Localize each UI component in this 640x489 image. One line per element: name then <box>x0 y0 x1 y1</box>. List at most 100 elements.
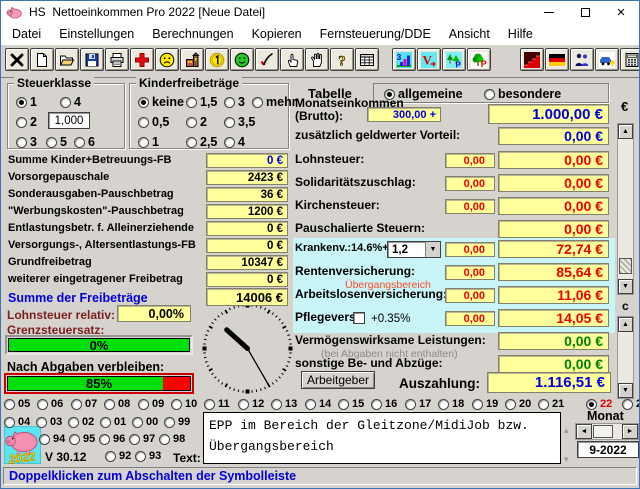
toolbar-table-button[interactable] <box>355 48 379 71</box>
right-row-small-value[interactable]: 0,00 <box>445 176 495 191</box>
toolbar-exit-button[interactable] <box>5 48 29 71</box>
note-scroll-down-icon[interactable]: ▾ <box>564 454 569 465</box>
scroll-down-icon[interactable]: ▼ <box>618 279 633 294</box>
toolbar-first-aid-button[interactable] <box>130 48 154 71</box>
monat-radio-18[interactable] <box>438 398 449 410</box>
toolbar-open-folder-button[interactable] <box>55 48 79 71</box>
toolbar-calculator-button[interactable] <box>620 48 639 71</box>
right-row-value[interactable]: 0,00 € <box>498 127 609 145</box>
monat-scrollbar-thumb[interactable] <box>593 425 613 438</box>
monat-value-input[interactable]: 9-2022 <box>577 441 639 458</box>
menu-kopieren[interactable]: Kopieren <box>243 27 311 41</box>
toolbar-german-flag-button[interactable] <box>545 48 569 71</box>
monat-radio-14[interactable] <box>305 398 316 410</box>
kinder-radio-1-5[interactable] <box>186 96 197 108</box>
toolbar-tree-parking-button[interactable]: P <box>467 48 491 71</box>
steuerklasse-radio-6[interactable] <box>74 136 85 148</box>
toolbar-chart-3-button[interactable]: 3 <box>392 48 416 71</box>
c-scrollbar[interactable]: ▲ ▼ <box>617 316 634 399</box>
minimize-button[interactable] <box>531 1 567 23</box>
right-row-small-value[interactable]: 300,00 + <box>367 107 441 122</box>
kinder-radio-0-5[interactable] <box>138 116 149 128</box>
toolbar-print-button[interactable] <box>105 48 129 71</box>
monat-radio-09[interactable] <box>138 398 149 410</box>
right-row-value[interactable]: 0,00 € <box>498 355 609 373</box>
steuerklasse-radio-5[interactable] <box>46 136 57 148</box>
right-row-value[interactable]: 0,00 € <box>498 151 609 169</box>
monat-radio-97[interactable] <box>129 433 140 445</box>
close-button[interactable]: × <box>603 1 639 23</box>
toolbar-save-button[interactable] <box>80 48 104 71</box>
right-row-value[interactable]: 0,00 € <box>498 220 609 238</box>
kinder-radio-2-5[interactable] <box>186 136 197 148</box>
right-row-value[interactable]: 0,00 € <box>498 332 609 350</box>
monat-radio-92[interactable] <box>105 450 116 462</box>
steuerklasse-radio-4[interactable] <box>60 96 71 108</box>
toolbar-sad-face-button[interactable] <box>155 48 179 71</box>
kinder-radio-2[interactable] <box>186 116 197 128</box>
toolbar-coin-1-button[interactable] <box>205 48 229 71</box>
scroll-up-icon[interactable]: ▲ <box>618 317 633 332</box>
right-row-value[interactable]: 0,00 € <box>498 197 609 215</box>
monat-radio-12[interactable] <box>238 398 249 410</box>
monat-radio-95[interactable] <box>69 433 80 445</box>
tabelle-radio-besondere[interactable] <box>484 88 495 100</box>
toolbar-help-button[interactable]: ? <box>330 48 354 71</box>
kinder-radio-3-5[interactable] <box>224 116 235 128</box>
monat-radio-19[interactable] <box>472 398 483 410</box>
right-row-small-value[interactable]: 0,00 <box>445 242 495 257</box>
kinder-radio-mehr[interactable] <box>252 96 263 108</box>
toolbar-hand-point-button[interactable] <box>280 48 304 71</box>
scrollbar-thumb[interactable] <box>619 258 632 274</box>
monat-radio-98[interactable] <box>159 433 170 445</box>
monat-radio-03[interactable] <box>36 416 47 428</box>
toolbar-church-button[interactable] <box>180 48 204 71</box>
monat-radio-07[interactable] <box>71 398 82 410</box>
monat-radio-94[interactable] <box>39 433 50 445</box>
monat-radio-15[interactable] <box>338 398 349 410</box>
monat-radio-06[interactable] <box>37 398 48 410</box>
menu-datei[interactable]: Datei <box>3 27 50 41</box>
zusatzbeitrag-dropdown[interactable]: 1,2 ▼ <box>387 241 441 258</box>
note-scroll-up-icon[interactable]: ▴ <box>564 425 569 436</box>
faktor-input[interactable]: 1,000 <box>48 112 90 129</box>
arbeitgeber-button[interactable]: Arbeitgeber <box>301 371 375 389</box>
steuerklasse-radio-3[interactable] <box>16 136 27 148</box>
menu-hilfe[interactable]: Hilfe <box>499 27 542 41</box>
steuerklasse-radio-2[interactable] <box>16 116 27 128</box>
scroll-up-icon[interactable]: ▲ <box>618 124 633 139</box>
menu-fernsteuerung-dde[interactable]: Fernsteuerung/DDE <box>311 27 440 41</box>
right-row-value[interactable]: 72,74 € <box>498 240 609 258</box>
toolbar-v-export-button[interactable]: V <box>417 48 441 71</box>
monat-radio-17[interactable] <box>405 398 416 410</box>
monat-radio-21[interactable] <box>538 398 549 410</box>
kinder-radio-keine[interactable] <box>138 96 149 108</box>
right-row-small-value[interactable]: 0,00 <box>445 265 495 280</box>
toolbar-hand-grab-button[interactable] <box>305 48 329 71</box>
monat-radio-16[interactable] <box>371 398 382 410</box>
euro-scrollbar[interactable]: ▲ ▼ <box>617 123 634 295</box>
right-row-value[interactable]: 0,00 € <box>498 174 609 192</box>
kinder-radio-4[interactable] <box>224 136 235 148</box>
monat-radio-02[interactable] <box>68 416 79 428</box>
monat-radio-04[interactable] <box>4 416 15 428</box>
menu-einstellungen[interactable]: Einstellungen <box>50 27 143 41</box>
monat-radio-23[interactable] <box>622 398 633 410</box>
scroll-left-icon[interactable]: ◄ <box>576 424 592 439</box>
right-row-small-value[interactable]: 0,00 <box>445 288 495 303</box>
note-textarea[interactable]: EPP im Bereich der Gleitzone/MidiJob bzw… <box>203 412 561 464</box>
right-row-small-value[interactable]: 0,00 <box>445 153 495 168</box>
toolbar-check-button[interactable] <box>255 48 279 71</box>
menu-ansicht[interactable]: Ansicht <box>440 27 499 41</box>
monat-radio-10[interactable] <box>171 398 182 410</box>
monat-radio-05[interactable] <box>4 398 15 410</box>
kinder-radio-1[interactable] <box>138 136 149 148</box>
right-row-value[interactable]: 14,05 € <box>498 309 609 327</box>
toolbar-trees-parking-button[interactable]: P <box>442 48 466 71</box>
monat-radio-08[interactable] <box>104 398 115 410</box>
monat-scrollbar[interactable]: ◄ ► <box>575 423 639 440</box>
steuerklasse-radio-1[interactable] <box>16 96 27 108</box>
maximize-button[interactable] <box>567 1 603 23</box>
monat-radio-99[interactable] <box>164 416 175 428</box>
right-row-small-value[interactable]: 0,00 <box>445 199 495 214</box>
